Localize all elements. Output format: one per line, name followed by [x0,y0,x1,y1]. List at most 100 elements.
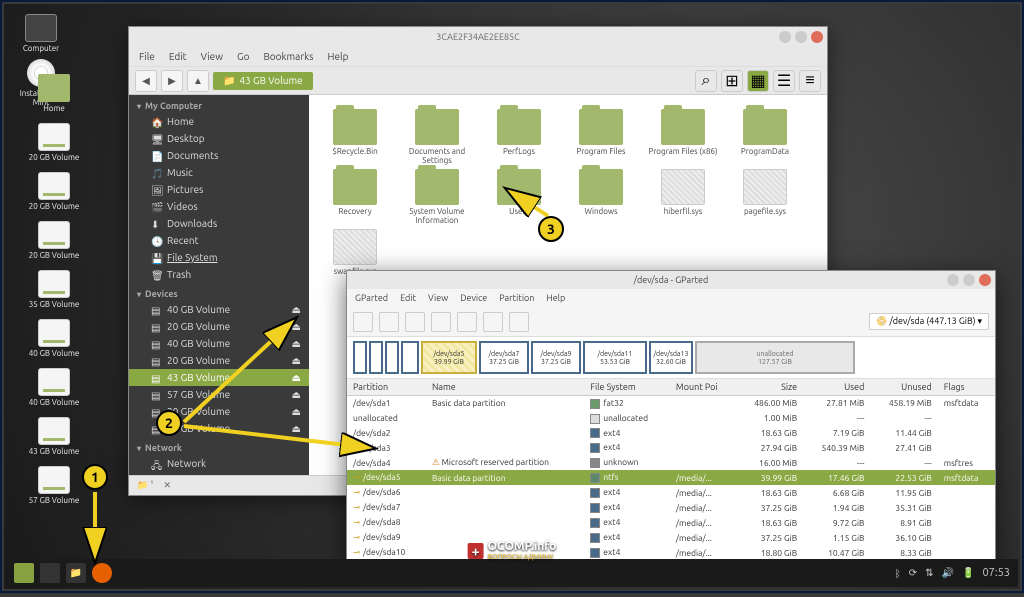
eject-icon[interactable]: ⏏ [292,321,301,333]
folder-item[interactable]: Program Files [565,109,637,165]
close-button[interactable] [811,31,823,43]
sidebar-item-device[interactable]: ▤43 GB Volume⏏ [129,369,309,386]
gp-partition-table[interactable]: PartitionNameFile SystemMount PoiSizeUse… [347,379,995,565]
folder-item[interactable]: System Volume Information [401,169,473,225]
list-view-button[interactable]: ☰ [773,70,795,92]
desktop-icon-volume[interactable]: 57 GB Volume [24,466,84,505]
diskmap-block[interactable] [385,341,399,374]
folder-item[interactable]: Program Files (x86) [647,109,719,165]
gp-column-header[interactable]: Size [736,379,803,396]
gp-menu-item[interactable]: Edit [400,293,416,303]
sidebar-item-place[interactable]: 🗑Trash [129,266,309,283]
partition-row[interactable]: ⊸ /dev/sda5Basic data partition ntfs /me… [347,470,995,485]
diskmap-block[interactable] [369,341,383,374]
eject-icon[interactable]: ⏏ [292,355,301,367]
desktop-icon-volume[interactable]: 20 GB Volume [24,221,84,260]
folder-item[interactable]: PerfLogs [483,109,555,165]
sidebar-item-place[interactable]: 📄Documents [129,147,309,164]
tray-updates-icon[interactable]: ⟳ [909,567,917,579]
gp-delete-button[interactable] [379,312,399,332]
gp-column-header[interactable]: Flags [938,379,995,396]
partition-row[interactable]: ⊸ /dev/sda10 ext4 /media/...18.80 GiB10.… [347,545,995,560]
eject-icon[interactable]: ⏏ [292,389,301,401]
gp-menu-item[interactable]: Partition [499,293,534,303]
sidebar-item-device[interactable]: ▤40 GB Volume⏏ [129,335,309,352]
gparted-window[interactable]: /dev/sda - GParted GPartedEditViewDevice… [346,270,996,566]
gp-paste-button[interactable] [457,312,477,332]
partition-row[interactable]: unallocated unallocated 1.00 MiB------ [347,411,995,426]
folder-item[interactable]: Recovery [319,169,391,225]
desktop-icon-home[interactable]: Home [24,74,84,113]
gp-copy-button[interactable] [431,312,451,332]
diskmap-block[interactable]: /dev/sda1332.60 GiB [649,341,693,374]
back-button[interactable]: ◀ [135,70,157,92]
tray-volume-icon[interactable]: 🔊 [942,567,954,579]
minimize-button[interactable] [779,31,791,43]
gp-menu-item[interactable]: Device [460,293,487,303]
search-button[interactable]: ⌕ [695,70,717,92]
sidebar-item-place[interactable]: 🎬Videos [129,198,309,215]
gp-new-button[interactable] [353,312,373,332]
sidebar-item-device[interactable]: ▤57 GB Volume⏏ [129,386,309,403]
tray-network-icon[interactable]: ⇅ [925,567,933,579]
desktop-icon-volume[interactable]: 40 GB Volume [24,368,84,407]
zoom-button[interactable]: ⊞ [721,70,743,92]
gp-column-header[interactable]: Unused [870,379,937,396]
sidebar-item-device[interactable]: ▤40 GB Volume⏏ [129,301,309,318]
compact-view-button[interactable]: ≡ [799,70,821,92]
sidebar-item-place[interactable]: 🎵Music [129,164,309,181]
sidebar-section-mycomputer[interactable]: My Computer [129,95,309,113]
desktop-icon-volume[interactable]: 40 GB Volume [24,319,84,358]
diskmap-block[interactable] [353,341,367,374]
gp-undo-button[interactable] [483,312,503,332]
sidebar-section-devices[interactable]: Devices [129,283,309,301]
fm-menu-item[interactable]: Bookmarks [263,51,313,62]
desktop-icon-volume[interactable]: 20 GB Volume [24,123,84,162]
diskmap-block[interactable]: /dev/sda1153.53 GiB [583,341,647,374]
file-item[interactable]: swapfile.sys [319,229,391,276]
maximize-button[interactable] [795,31,807,43]
sidebar-item-place[interactable]: 💾File System [129,249,309,266]
partition-row[interactable]: /dev/sda3 ext4 27.94 GiB540.39 MiB27.41 … [347,440,995,455]
path-bar[interactable]: 📁 43 GB Volume [213,72,313,90]
gp-column-header[interactable]: Mount Poi [670,379,736,396]
sidebar-item-place[interactable]: 🏠Home [129,113,309,130]
sidebar-item-device[interactable]: ▤20 GB Volume⏏ [129,352,309,369]
fm-menu-item[interactable]: Help [328,51,349,62]
gp-column-header[interactable]: Used [803,379,870,396]
partition-row[interactable]: ⊸ /dev/sda7 ext4 /media/...37.25 GiB1.94… [347,500,995,515]
gp-diskmap[interactable]: /dev/sda539.99 GiB/dev/sda737.25 GiB/dev… [347,337,995,379]
tray-bluetooth-icon[interactable]: ᛒ [895,568,901,579]
taskbar-clock[interactable]: 07:53 [982,567,1010,579]
folder-item[interactable]: $Recycle.Bin [319,109,391,165]
gp-close-button[interactable] [979,274,991,286]
gp-menu-item[interactable]: View [428,293,448,303]
sidebar-item-place[interactable]: 🖼Pictures [129,181,309,198]
gp-device-selector[interactable]: 📀 /dev/sda (447.13 GiB) ▾ [869,313,989,330]
partition-row[interactable]: ⊸ /dev/sda9 ext4 /media/...37.25 GiB1.15… [347,530,995,545]
partition-row[interactable]: /dev/sda1Basic data partition fat32 486.… [347,396,995,411]
gp-maximize-button[interactable] [963,274,975,286]
folder-item[interactable]: Windows [565,169,637,225]
file-item[interactable]: pagefile.sys [729,169,801,225]
gp-minimize-button[interactable] [947,274,959,286]
gp-resize-button[interactable] [405,312,425,332]
diskmap-block[interactable]: /dev/sda937.25 GiB [531,341,581,374]
folder-item[interactable]: Documents and Settings [401,109,473,165]
taskbar-show-desktop[interactable] [40,563,60,583]
sidebar-item-place[interactable]: 🕓Recent [129,232,309,249]
partition-row[interactable]: /dev/sda4⚠ Microsoft reserved partition … [347,455,995,470]
fm-menu-item[interactable]: Go [237,51,249,62]
taskbar[interactable]: 📁 ᛒ ⟳ ⇅ 🔊 🔋 07:53 [6,559,1018,587]
eject-icon[interactable]: ⏏ [292,304,301,316]
gp-titlebar[interactable]: /dev/sda - GParted [347,271,995,289]
diskmap-block[interactable]: /dev/sda737.25 GiB [479,341,529,374]
taskbar-files-button[interactable]: 📁 [66,563,86,583]
sidebar-section-network[interactable]: Network [129,437,309,455]
gp-column-header[interactable]: Name [426,379,584,396]
diskmap-block[interactable] [401,341,419,374]
fm-titlebar[interactable]: 3CAE2F34AE2EE85C [129,27,827,47]
partition-row[interactable]: ⊸ /dev/sda6 ext4 /media/...18.63 GiB6.68… [347,485,995,500]
gp-apply-button[interactable] [509,312,529,332]
sidebar-item-device[interactable]: ▤20 GB Volume⏏ [129,318,309,335]
